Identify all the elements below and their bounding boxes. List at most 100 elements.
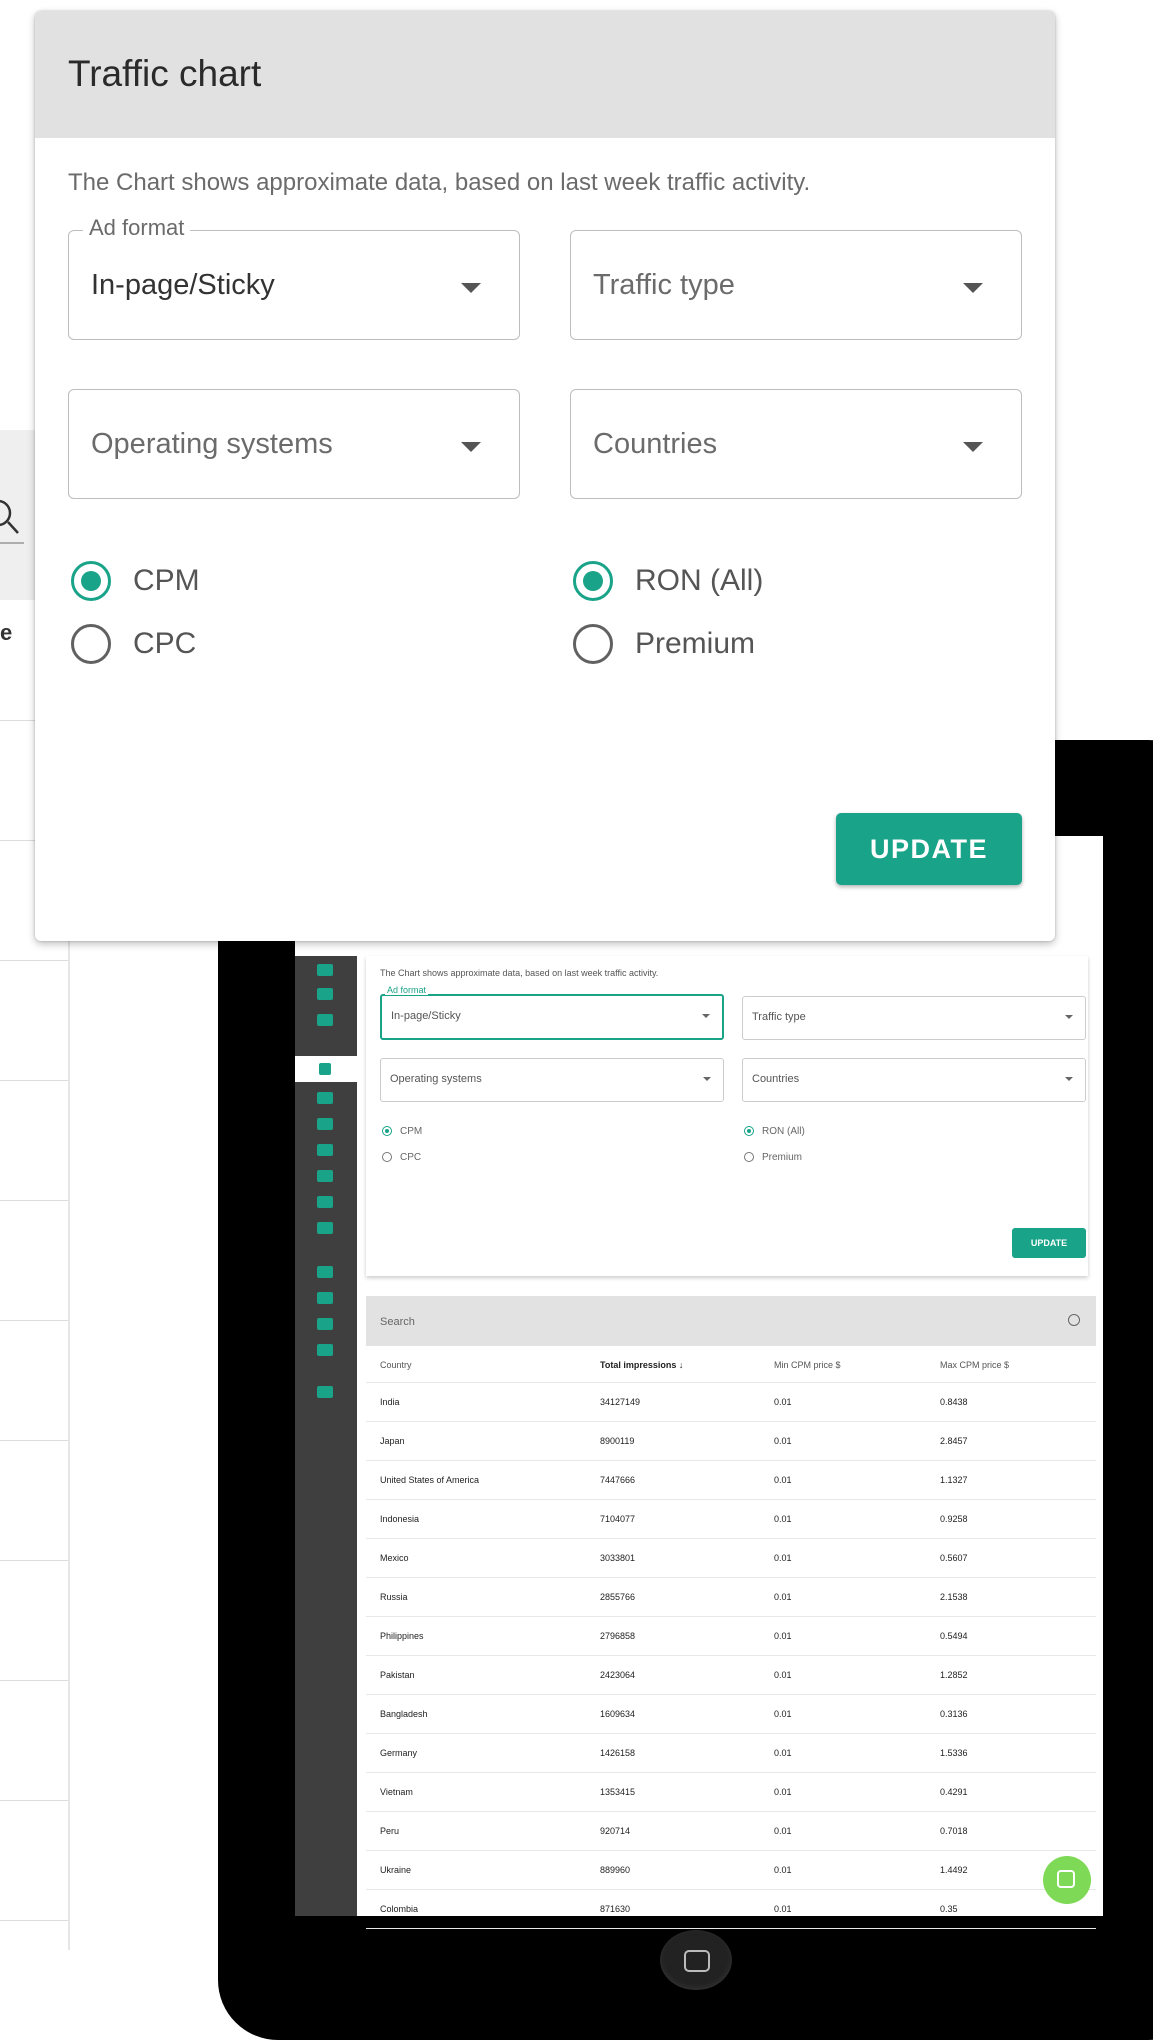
table-cell: Japan <box>380 1436 405 1446</box>
bar-chart-icon <box>319 1063 331 1075</box>
table-cell: 8900119 <box>600 1436 635 1446</box>
table-cell: 871630 <box>600 1904 631 1914</box>
column-header-impressions[interactable]: Total impressions ↓ <box>600 1360 683 1370</box>
table-cell: 0.4291 <box>940 1787 968 1797</box>
operating-systems-select[interactable]: Operating systems <box>68 389 520 499</box>
table-row: Philippines 2796858 0.01 0.5494 <box>366 1617 1096 1656</box>
table-row: Peru 920714 0.01 0.7018 <box>366 1812 1096 1851</box>
sidebar-nav-icon[interactable] <box>317 1144 333 1156</box>
table-cell: 0.01 <box>774 1592 792 1602</box>
ad-format-value: In-page/Sticky <box>91 269 275 301</box>
sidebar-nav-icon[interactable] <box>317 1386 333 1398</box>
radio-label: Premium <box>635 627 756 660</box>
sidebar-item-traffic-chart[interactable] <box>295 1056 357 1082</box>
radio-indicator <box>573 624 613 664</box>
tablet-ad-format-value: In-page/Sticky <box>391 1010 461 1022</box>
column-header-max-cpm[interactable]: Max CPM price $ <box>940 1360 1009 1370</box>
table-cell: 0.01 <box>774 1475 792 1485</box>
sidebar-nav-icon[interactable] <box>317 1318 333 1330</box>
home-icon <box>684 1950 710 1972</box>
table-cell: 1.5336 <box>940 1748 968 1758</box>
tablet-radio-cpc[interactable]: CPC <box>382 1152 421 1163</box>
table-cell: Ukraine <box>380 1865 412 1875</box>
countries-placeholder: Countries <box>593 428 718 460</box>
table-cell: 0.01 <box>774 1397 792 1407</box>
column-header-min-cpm[interactable]: Min CPM price $ <box>774 1360 841 1370</box>
chat-icon <box>1057 1870 1075 1888</box>
sidebar-nav-icon[interactable] <box>317 964 333 976</box>
table-row: Ukraine 889960 0.01 1.4492 <box>366 1851 1096 1890</box>
table-row: Russia 2855766 0.01 2.1538 <box>366 1578 1096 1617</box>
sidebar-nav-icon[interactable] <box>317 1292 333 1304</box>
table-cell: United States of America <box>380 1475 480 1485</box>
tablet-ad-format-select[interactable]: In-page/Sticky <box>380 994 724 1040</box>
sidebar-nav-icon[interactable] <box>317 1092 333 1104</box>
table-header-row: Country Total impressions ↓ Min CPM pric… <box>366 1346 1096 1383</box>
chat-button[interactable] <box>1043 1856 1091 1904</box>
chevron-down-icon <box>963 283 983 293</box>
tablet-country-table: Country Total impressions ↓ Min CPM pric… <box>366 1346 1096 1929</box>
table-cell: 0.01 <box>774 1436 792 1446</box>
table-cell: Mexico <box>380 1553 409 1563</box>
table-cell: 0.01 <box>774 1553 792 1563</box>
table-cell: 0.01 <box>774 1904 792 1914</box>
sidebar-nav-icon[interactable] <box>317 988 333 1000</box>
table-cell: 2423064 <box>600 1670 636 1680</box>
tablet-countries-select[interactable]: Countries <box>742 1058 1086 1102</box>
sidebar-nav-icon[interactable] <box>317 1118 333 1130</box>
table-row: Mexico 3033801 0.01 0.5607 <box>366 1539 1096 1578</box>
table-cell: 0.5607 <box>940 1553 968 1563</box>
tablet-sidebar <box>295 956 357 1916</box>
countries-select[interactable]: Countries <box>570 389 1022 499</box>
tablet-ad-format-label: Ad format <box>385 985 429 995</box>
table-cell: 0.8438 <box>940 1397 968 1407</box>
table-cell: 0.01 <box>774 1709 792 1719</box>
chevron-down-icon <box>703 1077 711 1081</box>
chevron-down-icon <box>702 1014 710 1018</box>
background-row-divider <box>0 1560 68 1561</box>
card-description: The Chart shows approximate data, based … <box>68 169 811 196</box>
tablet-radio-cpm[interactable]: CPM <box>382 1126 422 1137</box>
traffic-type-select[interactable]: Traffic type <box>570 230 1022 340</box>
table-row: Bangladesh 1609634 0.01 0.3136 <box>366 1695 1096 1734</box>
sidebar-nav-icon[interactable] <box>317 1196 333 1208</box>
table-cell: 1426158 <box>600 1748 636 1758</box>
tablet-traffic-type-placeholder: Traffic type <box>752 1011 806 1023</box>
tablet-home-button <box>660 1930 732 1990</box>
tablet-radio-label: CPM <box>400 1126 423 1137</box>
radio-label: CPM <box>133 564 200 597</box>
table-row: Vietnam 1353415 0.01 0.4291 <box>366 1773 1096 1812</box>
table-cell: 1.2852 <box>940 1670 968 1680</box>
tablet-search-placeholder: Search <box>380 1316 415 1328</box>
table-row: Japan 8900119 0.01 2.8457 <box>366 1422 1096 1461</box>
table-cell: 889960 <box>600 1865 631 1875</box>
table-row: Indonesia 7104077 0.01 0.9258 <box>366 1500 1096 1539</box>
table-cell: 7447666 <box>600 1475 636 1485</box>
table-cell: 1.1327 <box>940 1475 968 1485</box>
radio-indicator <box>71 624 111 664</box>
tablet-search-bar[interactable]: Search <box>366 1296 1096 1346</box>
table-cell: Peru <box>380 1826 400 1836</box>
update-button[interactable]: UPDATE <box>836 813 1022 885</box>
chevron-down-icon <box>1065 1015 1073 1019</box>
table-cell: 0.01 <box>774 1826 792 1836</box>
ad-format-select[interactable]: Ad format In-page/Sticky <box>68 215 520 340</box>
tablet-radio-ron[interactable]: RON (All) <box>744 1126 805 1137</box>
column-header-country[interactable]: Country <box>380 1360 412 1370</box>
tablet-traffic-type-select[interactable]: Traffic type <box>742 996 1086 1040</box>
sidebar-nav-icon[interactable] <box>317 1222 333 1234</box>
tablet-update-button[interactable]: UPDATE <box>1012 1228 1086 1258</box>
table-cell: 0.5494 <box>940 1631 968 1641</box>
tablet-operating-systems-select[interactable]: Operating systems <box>380 1058 724 1102</box>
search-icon <box>1068 1314 1080 1326</box>
sidebar-nav-icon[interactable] <box>317 1014 333 1026</box>
table-cell: 2.1538 <box>940 1592 968 1602</box>
sidebar-nav-icon[interactable] <box>317 1266 333 1278</box>
table-cell: 7104077 <box>600 1514 636 1524</box>
sidebar-nav-icon[interactable] <box>317 1344 333 1356</box>
table-cell: 2855766 <box>600 1592 636 1602</box>
tablet-radio-premium[interactable]: Premium <box>744 1152 802 1163</box>
sidebar-nav-icon[interactable] <box>317 1170 333 1182</box>
tablet-description: The Chart shows approximate data, based … <box>380 968 659 978</box>
table-cell: 1.4492 <box>940 1865 968 1875</box>
